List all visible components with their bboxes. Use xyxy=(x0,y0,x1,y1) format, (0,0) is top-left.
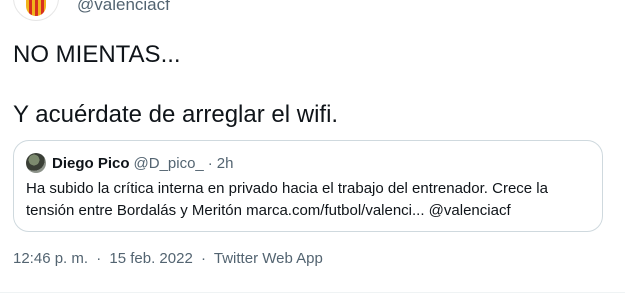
tweet-time[interactable]: 12:46 p. m. xyxy=(13,250,88,267)
divider xyxy=(0,292,625,293)
author-avatar[interactable] xyxy=(13,0,59,21)
quoted-author-avatar xyxy=(26,153,46,173)
separator-dot: · xyxy=(207,154,213,172)
tweet-metadata: 12:46 p. m. · 15 feb. 2022 · Twitter Web… xyxy=(13,250,323,267)
quoted-tweet-text-line: Ha subido la crítica interna en privado … xyxy=(26,180,548,197)
author-handle[interactable]: @valenciacf xyxy=(77,0,170,15)
tweet-text-line: Y acuérdate de arreglar el wifi. xyxy=(13,101,339,128)
separator-dot: · xyxy=(96,250,102,267)
separator-dot: · xyxy=(200,250,206,267)
tweet-date[interactable]: 15 feb. 2022 xyxy=(109,250,192,267)
tweet-detail: @valenciacf NO MIENTAS... Y acuérdate de… xyxy=(0,0,625,300)
quoted-tweet-card[interactable]: Diego Pico @D_pico_ · 2h Ha subido la cr… xyxy=(13,140,603,232)
tweet-text: NO MIENTAS... Y acuérdate de arreglar el… xyxy=(13,40,338,130)
tweet-source: Twitter Web App xyxy=(213,250,323,267)
author-row: @valenciacf xyxy=(13,0,170,21)
quoted-tweet-text-line: tensión entre Bordalás y Meritón marca.c… xyxy=(26,202,511,219)
club-crest-icon xyxy=(26,0,46,16)
quoted-tweet-header: Diego Pico @D_pico_ · 2h xyxy=(26,153,590,173)
quoted-tweet-time: 2h xyxy=(216,154,234,172)
quoted-author-handle: @D_pico_ xyxy=(133,154,204,172)
tweet-text-line: NO MIENTAS... xyxy=(13,41,181,68)
quoted-tweet-text: Ha subido la crítica interna en privado … xyxy=(26,178,590,222)
quoted-author-name: Diego Pico xyxy=(52,154,130,172)
